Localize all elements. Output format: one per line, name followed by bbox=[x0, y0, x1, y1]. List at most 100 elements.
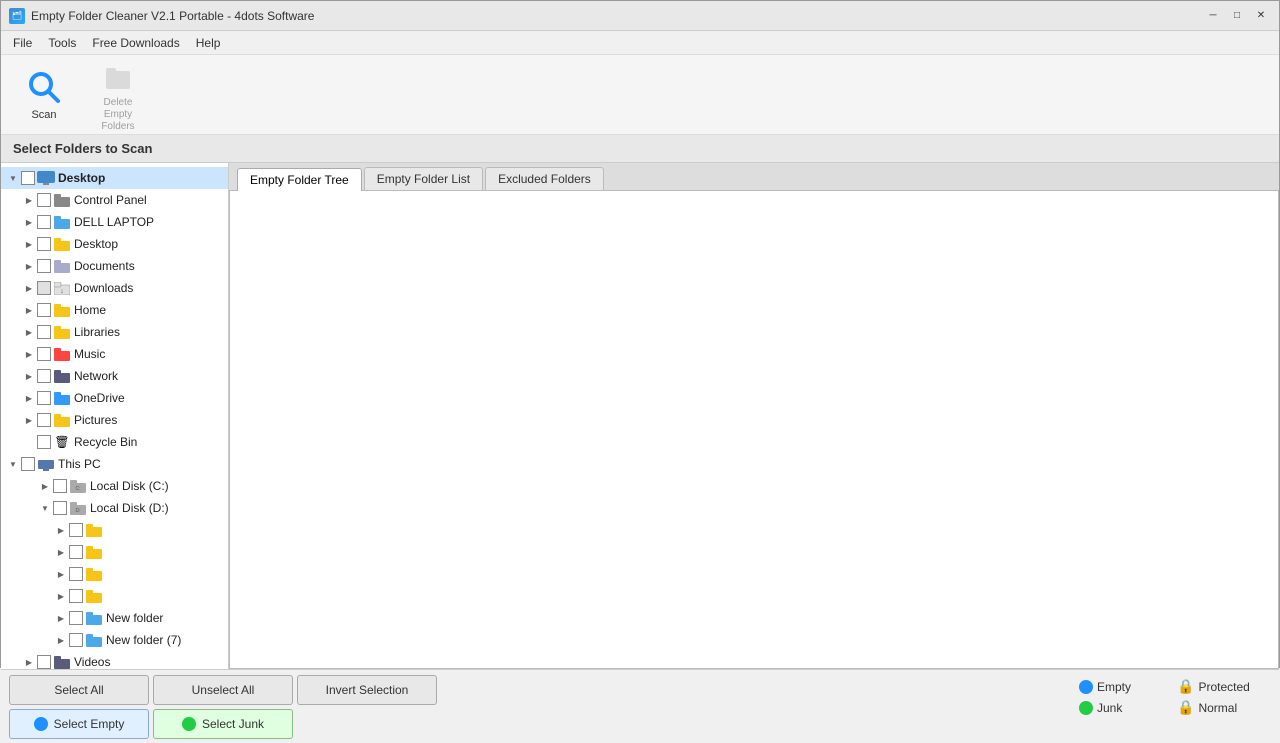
expander-this-pc[interactable]: ▼ bbox=[5, 460, 21, 469]
minimize-button[interactable]: ─ bbox=[1203, 6, 1223, 26]
tree-item-d-sub2[interactable]: ▶ bbox=[1, 541, 228, 563]
checkbox-desktop[interactable] bbox=[21, 171, 35, 185]
legend-junk-label: Junk bbox=[1097, 701, 1122, 715]
expander-pictures[interactable]: ▶ bbox=[21, 416, 37, 425]
select-empty-button[interactable]: Select Empty bbox=[9, 709, 149, 739]
expander-documents[interactable]: ▶ bbox=[21, 262, 37, 271]
expander-onedrive[interactable]: ▶ bbox=[21, 394, 37, 403]
delete-empty-folders-button[interactable]: Delete Empty Folders bbox=[83, 61, 153, 129]
checkbox-new-folder-7-d[interactable] bbox=[69, 633, 83, 647]
close-button[interactable]: ✕ bbox=[1251, 6, 1271, 26]
local-disk-c-icon: C: bbox=[69, 478, 87, 494]
expander-libraries[interactable]: ▶ bbox=[21, 328, 37, 337]
checkbox-network[interactable] bbox=[37, 369, 51, 383]
tree-item-dell-laptop[interactable]: ▶ DELL LAPTOP bbox=[1, 211, 228, 233]
tree-item-this-pc[interactable]: ▼ This PC bbox=[1, 453, 228, 475]
tree-label-onedrive: OneDrive bbox=[74, 391, 125, 405]
titlebar: 🗂 Empty Folder Cleaner V2.1 Portable - 4… bbox=[1, 1, 1279, 31]
unselect-all-button[interactable]: Unselect All bbox=[153, 675, 293, 705]
expander-downloads[interactable]: ▶ bbox=[21, 284, 37, 293]
tree-item-desktop[interactable]: ▼ Desktop bbox=[1, 167, 228, 189]
expander-d-sub1[interactable]: ▶ bbox=[53, 526, 69, 535]
tree-item-d-sub4[interactable]: ▶ bbox=[1, 585, 228, 607]
expander-videos[interactable]: ▶ bbox=[21, 658, 37, 667]
checkbox-downloads[interactable] bbox=[37, 281, 51, 295]
checkbox-recycle-bin[interactable] bbox=[37, 435, 51, 449]
menu-free-downloads[interactable]: Free Downloads bbox=[84, 34, 187, 52]
checkbox-dell-laptop[interactable] bbox=[37, 215, 51, 229]
checkbox-onedrive[interactable] bbox=[37, 391, 51, 405]
checkbox-d-sub1[interactable] bbox=[69, 523, 83, 537]
tree-item-pictures[interactable]: ▶ Pictures bbox=[1, 409, 228, 431]
tree-item-control-panel[interactable]: ▶ Control Panel bbox=[1, 189, 228, 211]
tree-item-documents[interactable]: ▶ Documents bbox=[1, 255, 228, 277]
checkbox-this-pc[interactable] bbox=[21, 457, 35, 471]
tree-item-onedrive[interactable]: ▶ OneDrive bbox=[1, 387, 228, 409]
checkbox-home[interactable] bbox=[37, 303, 51, 317]
tree-item-local-disk-c[interactable]: ▶ C: Local Disk (C:) bbox=[1, 475, 228, 497]
folder-tree-panel[interactable]: ▼ Desktop ▶ Control Panel ▶ DELL LAPTOP bbox=[1, 163, 229, 669]
expander-d-sub2[interactable]: ▶ bbox=[53, 548, 69, 557]
checkbox-desktop-sub[interactable] bbox=[37, 237, 51, 251]
tree-item-d-sub1[interactable]: ▶ bbox=[1, 519, 228, 541]
tree-item-videos[interactable]: ▶ Videos bbox=[1, 651, 228, 669]
checkbox-control-panel[interactable] bbox=[37, 193, 51, 207]
checkbox-libraries[interactable] bbox=[37, 325, 51, 339]
tree-item-recycle-bin[interactable]: 🗑 Recycle Bin bbox=[1, 431, 228, 453]
menu-file[interactable]: File bbox=[5, 34, 40, 52]
select-all-button[interactable]: Select All bbox=[9, 675, 149, 705]
legend-protected: 🔒 Protected bbox=[1177, 678, 1267, 695]
titlebar-controls[interactable]: ─ □ ✕ bbox=[1203, 6, 1271, 26]
tree-item-network[interactable]: ▶ Network bbox=[1, 365, 228, 387]
expander-control-panel[interactable]: ▶ bbox=[21, 196, 37, 205]
selection-buttons-group: Select All Unselect All Invert Selection… bbox=[9, 675, 437, 739]
tab-empty-folder-list[interactable]: Empty Folder List bbox=[364, 167, 483, 190]
expander-new-folder-7-d[interactable]: ▶ bbox=[53, 636, 69, 645]
tree-item-local-disk-d[interactable]: ▼ D: Local Disk (D:) bbox=[1, 497, 228, 519]
tree-item-d-sub3[interactable]: ▶ bbox=[1, 563, 228, 585]
checkbox-videos[interactable] bbox=[37, 655, 51, 669]
expander-desktop-sub[interactable]: ▶ bbox=[21, 240, 37, 249]
checkbox-d-sub2[interactable] bbox=[69, 545, 83, 559]
expander-dell-laptop[interactable]: ▶ bbox=[21, 218, 37, 227]
expander-network[interactable]: ▶ bbox=[21, 372, 37, 381]
tree-item-desktop-sub[interactable]: ▶ Desktop bbox=[1, 233, 228, 255]
tree-item-downloads[interactable]: ▶ ↓ Downloads bbox=[1, 277, 228, 299]
legend-empty-label: Empty bbox=[1097, 680, 1131, 694]
menu-help[interactable]: Help bbox=[188, 34, 229, 52]
delete-icon bbox=[100, 57, 136, 93]
checkbox-local-disk-d[interactable] bbox=[53, 501, 67, 515]
tree-item-new-folder-7-d[interactable]: ▶ New folder (7) bbox=[1, 629, 228, 651]
expander-home[interactable]: ▶ bbox=[21, 306, 37, 315]
invert-selection-button[interactable]: Invert Selection bbox=[297, 675, 437, 705]
checkbox-new-folder-d[interactable] bbox=[69, 611, 83, 625]
checkbox-d-sub4[interactable] bbox=[69, 589, 83, 603]
expander-d-sub3[interactable]: ▶ bbox=[53, 570, 69, 579]
tab-excluded-folders[interactable]: Excluded Folders bbox=[485, 167, 604, 190]
expander-new-folder-d[interactable]: ▶ bbox=[53, 614, 69, 623]
tree-label-videos: Videos bbox=[74, 655, 110, 669]
checkbox-documents[interactable] bbox=[37, 259, 51, 273]
select-junk-button[interactable]: Select Junk bbox=[153, 709, 293, 739]
checkbox-music[interactable] bbox=[37, 347, 51, 361]
tree-item-libraries[interactable]: ▶ Libraries bbox=[1, 321, 228, 343]
checkbox-local-disk-c[interactable] bbox=[53, 479, 67, 493]
tree-label-new-folder-d: New folder bbox=[106, 611, 163, 625]
tab-empty-folder-tree[interactable]: Empty Folder Tree bbox=[237, 168, 362, 191]
expander-local-disk-c[interactable]: ▶ bbox=[37, 482, 53, 491]
maximize-button[interactable]: □ bbox=[1227, 6, 1247, 26]
expander-music[interactable]: ▶ bbox=[21, 350, 37, 359]
svg-text:D:: D: bbox=[76, 508, 81, 514]
scan-button[interactable]: Scan bbox=[9, 61, 79, 129]
tree-item-new-folder-d[interactable]: ▶ New folder bbox=[1, 607, 228, 629]
checkbox-d-sub3[interactable] bbox=[69, 567, 83, 581]
checkbox-pictures[interactable] bbox=[37, 413, 51, 427]
section-header: Select Folders to Scan bbox=[1, 135, 1279, 163]
expander-d-sub4[interactable]: ▶ bbox=[53, 592, 69, 601]
menu-tools[interactable]: Tools bbox=[40, 34, 84, 52]
expander-desktop[interactable]: ▼ bbox=[5, 174, 21, 183]
svg-text:↓: ↓ bbox=[60, 288, 64, 295]
expander-local-disk-d[interactable]: ▼ bbox=[37, 504, 53, 513]
tree-item-music[interactable]: ▶ Music bbox=[1, 343, 228, 365]
tree-item-home[interactable]: ▶ Home bbox=[1, 299, 228, 321]
